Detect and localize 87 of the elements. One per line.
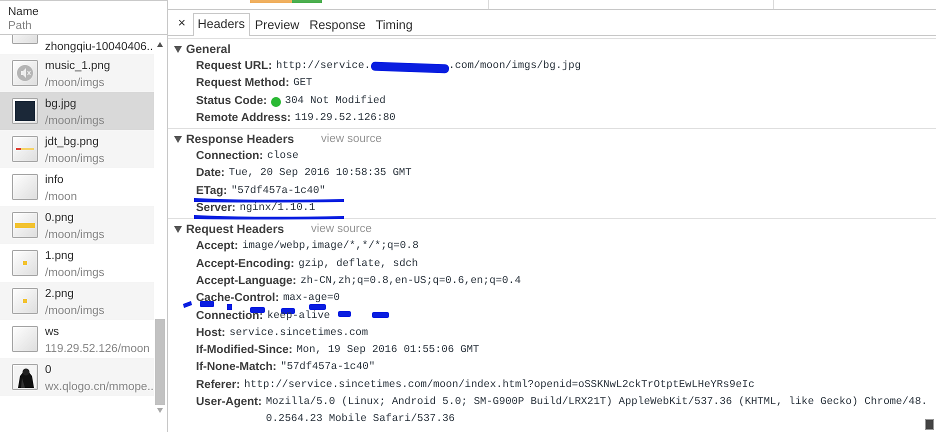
header-value: image/webp,image/*,*/*;q=0.8	[242, 239, 419, 254]
header-value: nginx/1.10.1	[240, 201, 316, 216]
file-name: ws	[45, 325, 60, 340]
file-name: 1.png	[45, 249, 75, 264]
scrollbar-thumb[interactable]	[155, 319, 165, 405]
header-value: Tue, 20 Sep 2016 10:58:35 GMT	[228, 166, 412, 182]
file-name: 2.png	[45, 287, 75, 302]
tab[interactable]: Response	[304, 14, 371, 36]
file-path: /moon/imgs	[45, 228, 104, 243]
header-value: zh-CN,zh;q=0.8,en-US;q=0.6,en;q=0.4	[300, 274, 521, 289]
header-value: Mon, 19 Sep 2016 01:55:06 GMT	[296, 343, 480, 358]
file-path: /moon/imgs	[45, 266, 104, 281]
blank-thumbnail-icon	[12, 174, 38, 200]
header-name: ETag:	[196, 184, 228, 199]
panel-toggle-icon[interactable]	[925, 419, 934, 430]
header-name: If-Modified-Since:	[196, 343, 292, 358]
header-value: max-age=0	[283, 291, 340, 306]
header-name: Cache-Control:	[196, 291, 280, 306]
expand-triangle-icon[interactable]	[174, 136, 182, 143]
section-title[interactable]: Request Headers	[186, 222, 284, 236]
header-name: Request Method:	[196, 76, 290, 92]
header-value: http://service.	[276, 59, 371, 74]
file-name: 0.png	[45, 211, 75, 226]
header-name: Request URL:	[196, 59, 272, 74]
header-name: Accept:	[196, 239, 238, 254]
header-value: GET	[293, 76, 312, 92]
request-row[interactable]: bg.jpg /moon/imgs	[0, 92, 154, 130]
request-row[interactable]: 0.png /moon/imgs	[0, 206, 154, 244]
tab[interactable]: Preview	[250, 14, 304, 36]
file-path: wx.qlogo.cn/mmope...	[45, 380, 154, 395]
file-name: 0	[45, 363, 52, 378]
file-name: jdt_bg.png	[45, 135, 100, 150]
header-name: Referer:	[196, 378, 240, 393]
request-row[interactable]: music_1.png /moon/imgs	[0, 54, 154, 92]
file-path: /moon/imgs	[45, 114, 104, 129]
header-name: Server:	[196, 201, 236, 216]
section-title[interactable]: General	[186, 42, 231, 56]
file-path: /moon/imgs	[45, 76, 106, 91]
header-name: Status Code:	[196, 94, 267, 109]
header-value: 304 Not Modified	[284, 94, 386, 109]
image-thumbnail-icon	[12, 250, 38, 276]
request-row[interactable]: 2.png /moon/imgs	[0, 282, 154, 320]
blank-thumbnail-icon	[12, 326, 38, 352]
header-name: User-Agent:	[196, 395, 262, 410]
header-value: close	[267, 149, 299, 164]
image-thumbnail-icon	[12, 212, 38, 238]
tab[interactable]: Timing	[370, 14, 418, 36]
file-name: music_1.png	[45, 59, 110, 74]
header-name: Host:	[196, 326, 226, 341]
header-value: http://service.sincetimes.com/moon/index.html?openid=oSSKNwL2ckTrOtptEwLHeYRs9eIc	[244, 378, 754, 393]
header-name: Accept-Language:	[196, 274, 296, 289]
file-path: /moon/imgs	[45, 304, 104, 319]
muted-speaker-icon	[12, 60, 38, 86]
header-name: Date:	[196, 166, 225, 182]
file-path: /moon	[45, 190, 77, 205]
file-name: bg.jpg	[45, 97, 78, 112]
image-thumbnail-icon	[12, 288, 38, 314]
close-button[interactable]: ×	[174, 15, 193, 35]
header-value: .com/moon/imgs/bg.jpg	[448, 59, 581, 74]
column-header[interactable]: Path	[8, 19, 167, 33]
request-row[interactable]: jdt_bg.png /moon/imgs	[0, 130, 154, 168]
header-value: service.sincetimes.com	[229, 326, 368, 341]
request-row[interactable]: 0 wx.qlogo.cn/mmope...	[0, 358, 154, 396]
header-value: keep-alive	[267, 308, 330, 324]
header-name: Connection:	[196, 308, 264, 324]
header-value: gzip, deflate, sdch	[298, 256, 418, 272]
header-name: Remote Address:	[196, 110, 291, 126]
expand-triangle-icon[interactable]	[174, 46, 182, 52]
header-value: Mozilla/5.0 (Linux; Android 5.0; SM-G900P Build/LRX21T) AppleWebKit/537.36 (KHTML, like Gecko) Chrome/48.0.2564.23 Mobile Safari/537.36	[266, 395, 928, 428]
header-value: 119.29.52.126:80	[294, 110, 396, 126]
section-title[interactable]: Response Headers	[186, 132, 294, 146]
header-name: Accept-Encoding:	[196, 256, 294, 272]
header-value: "57df457a-1c40"	[280, 360, 376, 376]
expand-triangle-icon[interactable]	[174, 226, 182, 233]
scroll-up-icon[interactable]	[157, 42, 163, 47]
header-value: "57df457a-1c40"	[231, 184, 326, 199]
tab[interactable]: Headers	[192, 13, 250, 36]
header-name: If-None-Match:	[196, 360, 276, 376]
image-thumbnail-icon	[12, 136, 38, 162]
file-path: /moon/imgs	[45, 152, 104, 167]
file-path: 119.29.52.126/moon	[45, 342, 150, 357]
column-header[interactable]: Name	[8, 5, 167, 19]
header-name: Connection:	[196, 149, 264, 164]
file-name: info	[45, 173, 65, 188]
image-thumbnail-icon	[12, 98, 38, 124]
timeline-bar	[250, 0, 322, 3]
file-name: zhongqiu-10040406...	[45, 40, 154, 54]
